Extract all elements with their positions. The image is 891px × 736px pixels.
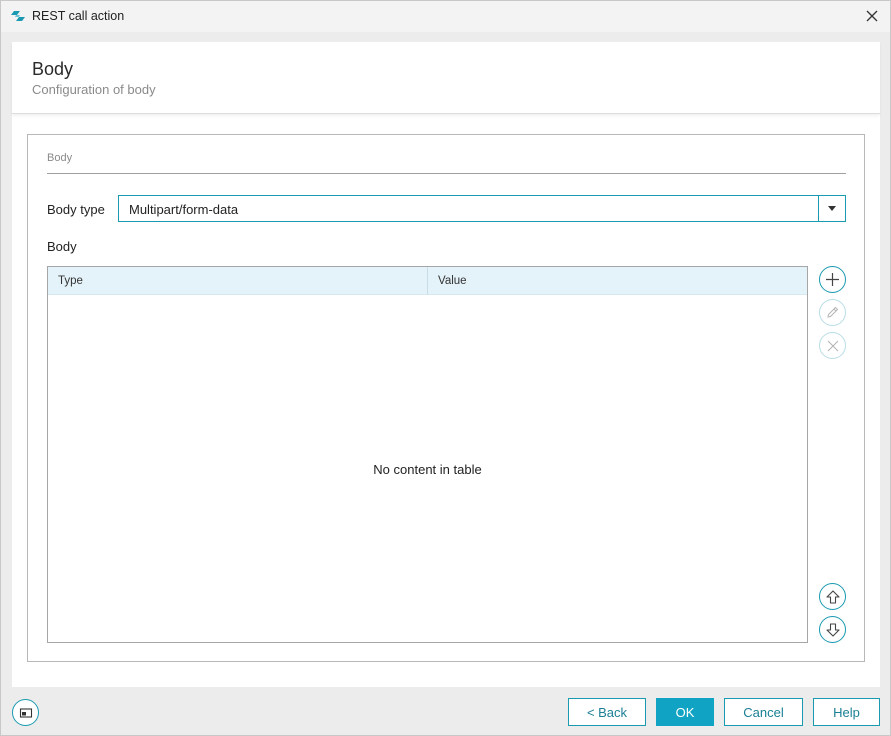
back-button[interactable]: < Back (568, 698, 646, 726)
page-title: Body (32, 59, 74, 79)
edit-button[interactable] (819, 299, 846, 326)
delete-icon (827, 340, 838, 351)
add-button[interactable] (819, 266, 846, 293)
delete-button[interactable] (819, 332, 846, 359)
title-bar: REST call action (1, 1, 890, 32)
column-header-type[interactable]: Type (48, 267, 428, 295)
column-header-value[interactable]: Value (428, 267, 806, 295)
page-header: Body Configuration of body (12, 42, 880, 114)
window-mode-button[interactable] (12, 699, 39, 726)
body-type-select[interactable]: Multipart/form-data (118, 195, 846, 222)
close-button[interactable] (862, 6, 882, 26)
body-table[interactable]: Type Value No content in table (47, 266, 808, 643)
group-legend: Body (47, 152, 73, 164)
chevron-down-icon[interactable] (818, 196, 845, 221)
move-up-button[interactable] (819, 583, 846, 610)
dialog-content: Body Configuration of body Body Body typ… (12, 42, 880, 687)
add-icon (826, 273, 839, 286)
body-group: Body Body type Multipart/form-data Body … (27, 134, 865, 662)
close-icon (866, 10, 878, 22)
ok-button[interactable]: OK (656, 698, 714, 726)
page-subtitle: Configuration of body (32, 82, 156, 97)
body-type-value: Multipart/form-data (129, 202, 239, 217)
cancel-button[interactable]: Cancel (724, 698, 803, 726)
app-logo-icon (11, 11, 25, 21)
window-mode-icon (19, 707, 32, 718)
table-header: Type Value (48, 267, 807, 295)
edit-icon (827, 306, 839, 318)
body-label: Body (47, 239, 77, 254)
move-up-icon (825, 589, 840, 604)
window-title: REST call action (32, 9, 125, 23)
dialog-window: REST call action Body Configuration of b… (0, 0, 891, 736)
move-down-button[interactable] (819, 616, 846, 643)
help-button[interactable]: Help (813, 698, 880, 726)
body-type-label: Body type (47, 202, 105, 217)
move-down-icon (825, 622, 840, 637)
group-divider (47, 173, 846, 174)
empty-table-message: No content in table (373, 462, 482, 477)
